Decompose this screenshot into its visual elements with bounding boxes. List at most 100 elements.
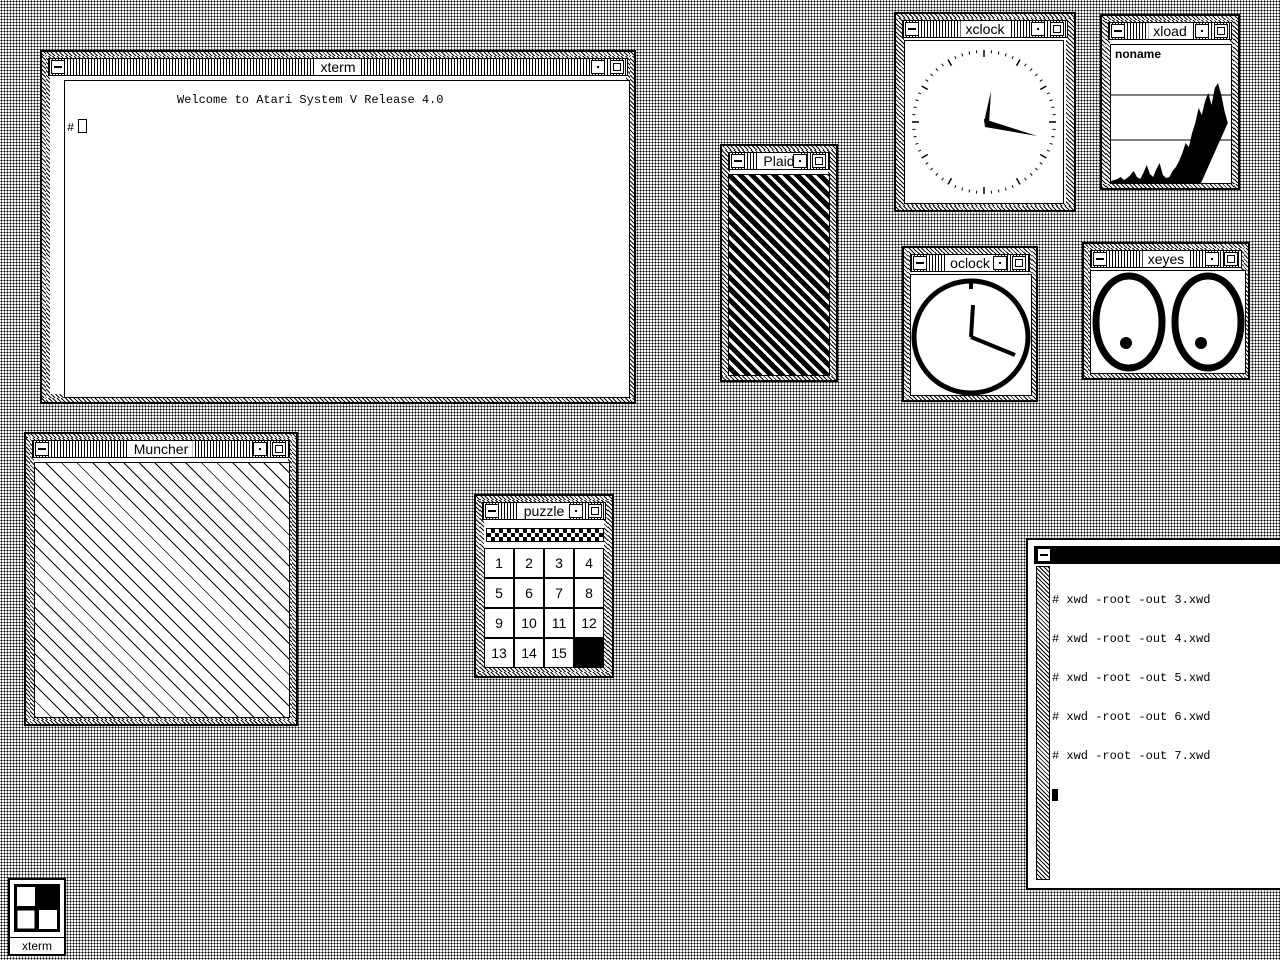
plaid-window[interactable]: Plaid [720, 144, 838, 382]
title-bar[interactable]: xclock [902, 20, 1068, 38]
title-bar[interactable]: xload [1108, 22, 1232, 40]
clock-tick [915, 99, 919, 102]
muncher-window[interactable]: Muncher [24, 432, 298, 726]
minimize-button[interactable] [1205, 252, 1219, 266]
xclock-face [904, 40, 1064, 204]
puzzle-tile[interactable]: 12 [574, 608, 604, 638]
window-menu-button[interactable] [1037, 548, 1051, 562]
puzzle-tile[interactable]: 5 [484, 578, 514, 608]
clock-tick [930, 73, 934, 77]
maximize-button[interactable] [610, 60, 624, 74]
xterm-window[interactable]: xterm Welcome to Atari System V Release … [40, 50, 636, 404]
maximize-button[interactable] [1224, 252, 1238, 266]
clock-tick [930, 167, 934, 171]
minimize-button[interactable] [793, 154, 807, 168]
clock-tick [954, 184, 957, 188]
clock-tick [1039, 85, 1047, 91]
clock-tick [1029, 172, 1033, 176]
clock-tick [947, 59, 953, 67]
puzzle-tile[interactable]: 10 [514, 608, 544, 638]
clock-tick [997, 189, 1000, 193]
welcome-message: Welcome to Atari System V Release 4.0 [177, 93, 444, 107]
puzzle-tile[interactable]: 7 [544, 578, 574, 608]
title-bar[interactable]: Muncher [32, 440, 290, 458]
puzzle-tile[interactable]: 9 [484, 608, 514, 638]
clock-tick [935, 172, 939, 176]
window-title: oclock [945, 255, 995, 271]
xterm-window-secondary[interactable]: # xwd -root -out 3.xwd # xwd -root -out … [1026, 538, 1280, 890]
puzzle-tile[interactable]: 8 [574, 578, 604, 608]
maximize-button[interactable] [1050, 22, 1064, 36]
window-menu-button[interactable] [1093, 252, 1107, 266]
clock-tick [1046, 149, 1050, 152]
maximize-button[interactable] [272, 442, 286, 456]
window-title: xclock [960, 21, 1010, 37]
clock-tick [1049, 99, 1053, 102]
minimize-button[interactable] [1031, 22, 1045, 36]
minimize-button[interactable] [591, 60, 605, 74]
window-menu-button[interactable] [35, 442, 49, 456]
clock-tick [913, 135, 917, 138]
puzzle-board[interactable]: 1 2 3 4 5 6 7 8 9 10 11 12 13 14 15 [484, 548, 604, 668]
clock-tick [921, 153, 929, 159]
puzzle-tile[interactable]: 13 [484, 638, 514, 668]
clock-icon [912, 50, 1056, 194]
title-bar[interactable]: oclock [910, 254, 1030, 272]
maximize-button[interactable] [1012, 256, 1026, 270]
puzzle-tile[interactable]: 3 [544, 548, 574, 578]
title-bar[interactable]: xeyes [1090, 250, 1242, 268]
clock-tick [941, 177, 944, 181]
window-menu-button[interactable] [485, 504, 499, 518]
window-manager-icon [14, 884, 60, 932]
xclock-window[interactable]: xclock [894, 12, 1076, 212]
clock-tick [1029, 68, 1033, 72]
muncher-pattern [34, 462, 290, 718]
clock-tick [954, 56, 957, 60]
minimize-button[interactable] [253, 442, 267, 456]
puzzle-window[interactable]: puzzle 1 2 3 4 5 6 7 8 9 10 11 12 13 14 … [474, 494, 614, 678]
clock-icon [911, 278, 1031, 395]
puzzle-tile[interactable]: 2 [514, 548, 544, 578]
puzzle-tile[interactable]: 15 [544, 638, 574, 668]
title-bar[interactable]: Plaid [728, 152, 830, 170]
puzzle-empty-slot[interactable] [574, 638, 604, 668]
title-bar[interactable]: puzzle [482, 502, 606, 520]
scrollbar[interactable] [1036, 566, 1050, 880]
xterm-icon[interactable]: xterm [8, 878, 66, 956]
title-bar[interactable]: xterm [48, 58, 628, 76]
window-title: xload [1148, 23, 1192, 39]
maximize-button[interactable] [812, 154, 826, 168]
terminal-area[interactable]: Welcome to Atari System V Release 4.0 # [64, 80, 630, 398]
terminal-output[interactable]: # xwd -root -out 3.xwd # xwd -root -out … [1052, 568, 1210, 827]
title-bar[interactable] [1034, 546, 1280, 564]
terminal-line: # xwd -root -out 6.xwd [1052, 710, 1211, 724]
clock-tick [961, 53, 964, 57]
puzzle-tile[interactable]: 4 [574, 548, 604, 578]
clock-tick [1011, 184, 1014, 188]
oclock-window[interactable]: oclock [902, 246, 1038, 402]
window-menu-button[interactable] [913, 256, 927, 270]
clock-tick [1051, 106, 1055, 109]
eyes-area [1090, 270, 1246, 374]
maximize-button[interactable] [1214, 24, 1228, 38]
window-menu-button[interactable] [905, 22, 919, 36]
window-menu-button[interactable] [51, 60, 65, 74]
maximize-button[interactable] [588, 504, 602, 518]
window-menu-button[interactable] [731, 154, 745, 168]
clock-tick [947, 177, 953, 185]
puzzle-tile[interactable]: 14 [514, 638, 544, 668]
puzzle-scrollbar[interactable] [486, 528, 604, 542]
xload-window[interactable]: xload noname [1100, 14, 1240, 190]
puzzle-tile[interactable]: 6 [514, 578, 544, 608]
clock-tick [925, 162, 929, 165]
puzzle-tile[interactable]: 11 [544, 608, 574, 638]
minimize-button[interactable] [1195, 24, 1209, 38]
minimize-button[interactable] [569, 504, 583, 518]
window-menu-button[interactable] [1111, 24, 1125, 38]
xeyes-window[interactable]: xeyes [1082, 242, 1250, 380]
clock-tick [1034, 167, 1038, 171]
text-cursor [78, 119, 88, 133]
puzzle-tile[interactable]: 1 [484, 548, 514, 578]
clock-tick [968, 51, 971, 55]
minimize-button[interactable] [993, 256, 1007, 270]
